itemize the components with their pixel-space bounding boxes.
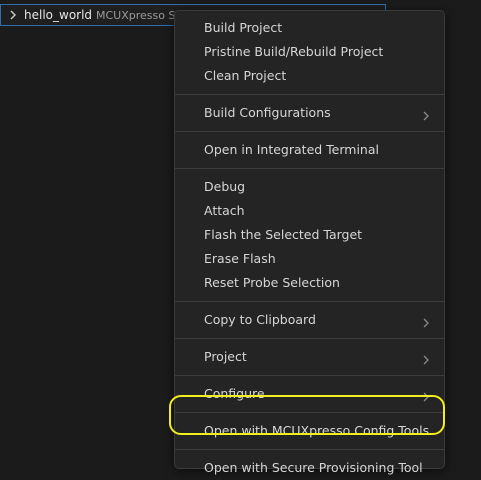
menu-item-label: Open in Integrated Terminal bbox=[204, 142, 379, 157]
menu-separator bbox=[175, 338, 444, 339]
menu-item-pristine-build-rebuild-project[interactable]: Pristine Build/Rebuild Project bbox=[175, 40, 444, 64]
menu-item-label: Open with MCUXpresso Config Tools bbox=[204, 423, 430, 438]
menu-item-configure[interactable]: Configure bbox=[175, 382, 444, 406]
menu-item-label: Erase Flash bbox=[204, 251, 276, 266]
chevron-right-icon bbox=[422, 388, 430, 402]
menu-item-label: Flash the Selected Target bbox=[204, 227, 363, 242]
menu-item-label: Reset Probe Selection bbox=[204, 275, 340, 290]
menu-separator bbox=[175, 168, 444, 169]
menu-separator bbox=[175, 375, 444, 376]
menu-item-erase-flash[interactable]: Erase Flash bbox=[175, 247, 444, 271]
menu-item-label: Build Configurations bbox=[204, 105, 331, 120]
context-menu: Build Project Pristine Build/Rebuild Proj… bbox=[174, 10, 445, 475]
chevron-right-icon bbox=[422, 107, 430, 121]
menu-separator bbox=[175, 131, 444, 132]
menu-item-build-project[interactable]: Build Project bbox=[175, 16, 444, 40]
menu-item-open-with-mcuxpresso-config-tools[interactable]: Open with MCUXpresso Config Tools bbox=[175, 419, 444, 443]
menu-item-build-configurations[interactable]: Build Configurations bbox=[175, 101, 444, 125]
menu-separator bbox=[175, 412, 444, 413]
menu-item-label: Project bbox=[204, 349, 247, 364]
chevron-right-icon[interactable] bbox=[7, 7, 19, 23]
menu-item-reset-probe-selection[interactable]: Reset Probe Selection bbox=[175, 271, 444, 295]
menu-item-project[interactable]: Project bbox=[175, 345, 444, 369]
menu-separator bbox=[175, 301, 444, 302]
menu-item-attach[interactable]: Attach bbox=[175, 199, 444, 223]
chevron-right-icon bbox=[422, 314, 430, 328]
menu-item-clean-project[interactable]: Clean Project bbox=[175, 64, 444, 88]
menu-separator bbox=[175, 94, 444, 95]
menu-item-open-with-secure-provisioning-tool[interactable]: Open with Secure Provisioning Tool bbox=[175, 456, 444, 480]
menu-item-label: Open with Secure Provisioning Tool bbox=[204, 460, 423, 475]
menu-item-label: Copy to Clipboard bbox=[204, 312, 316, 327]
menu-separator bbox=[175, 449, 444, 450]
menu-item-copy-to-clipboard[interactable]: Copy to Clipboard bbox=[175, 308, 444, 332]
menu-item-label: Clean Project bbox=[204, 68, 287, 83]
menu-item-label: Configure bbox=[204, 386, 265, 401]
menu-item-flash-the-selected-target[interactable]: Flash the Selected Target bbox=[175, 223, 444, 247]
menu-item-label: Pristine Build/Rebuild Project bbox=[204, 44, 384, 59]
menu-item-debug[interactable]: Debug bbox=[175, 175, 444, 199]
chevron-right-icon bbox=[422, 351, 430, 365]
menu-item-label: Build Project bbox=[204, 20, 283, 35]
project-description: MCUXpresso SDK bbox=[96, 9, 176, 22]
project-name: hello_world bbox=[24, 8, 93, 22]
menu-item-open-in-integrated-terminal[interactable]: Open in Integrated Terminal bbox=[175, 138, 444, 162]
menu-item-label: Attach bbox=[204, 203, 245, 218]
menu-item-label: Debug bbox=[204, 179, 246, 194]
